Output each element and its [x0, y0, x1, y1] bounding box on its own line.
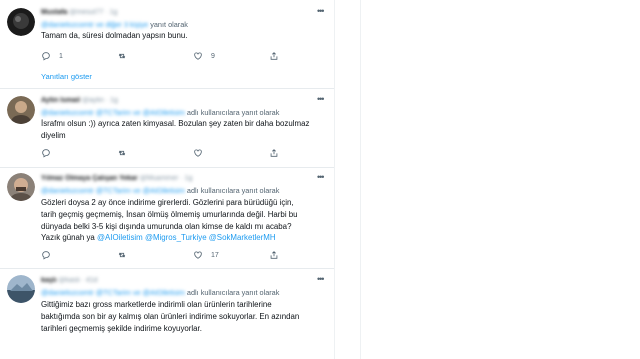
avatar[interactable] — [7, 96, 35, 124]
tweet-text-line: diyelim — [41, 130, 66, 140]
share-button[interactable] — [269, 148, 279, 158]
like-count: 9 — [211, 52, 215, 60]
avatar[interactable] — [7, 8, 35, 36]
like-button[interactable]: 17 — [193, 250, 219, 260]
tweet-text-line: Gözleri doysa 2 ay önce indirime girerle… — [41, 198, 294, 207]
author-name[interactable]: Yılmaz Olmaya Çalışan Yekar — [41, 175, 138, 182]
tweet-actions — [41, 148, 311, 160]
tweet-text-line: tarih geçmiş geçmemiş, İnsan ölmüş ölmem… — [41, 209, 298, 219]
tweet-author-meta[interactable]: Yılmaz Olmaya Çalışan Yekar @Muammer · 1… — [41, 175, 192, 182]
tweet-text: Gözleri doysa 2 ay önce indirime girerle… — [41, 197, 298, 244]
retweet-button[interactable] — [117, 250, 135, 260]
tweet-text-line: tarihleri geçmemiş şekilde indirime koyu… — [41, 323, 202, 333]
avatar[interactable] — [7, 275, 35, 303]
replying-to: @danielozcomtr ve diğer 3 kişiye yanıt o… — [41, 20, 188, 29]
replying-to: @danielozcomtr @TCTarim ve @AIOiletisim … — [41, 288, 279, 297]
mention-link[interactable]: @AIOiletisim — [97, 233, 143, 242]
author-handle: @mesut77 · 1g — [69, 9, 118, 16]
avatar-image — [7, 173, 35, 201]
share-icon — [270, 149, 278, 157]
tweet-author-meta[interactable]: kaşlı @kasli · 41d — [41, 277, 98, 284]
reply-feed: Mustafa @mesut77 · 1g ••• @danielozcomtr… — [0, 0, 335, 359]
reply-button[interactable] — [41, 250, 59, 260]
author-name[interactable]: Mustafa — [41, 9, 67, 16]
retweet-icon — [118, 252, 126, 258]
avatar-image — [7, 8, 35, 36]
author-handle: @kasli · 41d — [58, 277, 98, 284]
tweet-text: Gittiğimiz bazı gross marketlerde indiri… — [41, 299, 299, 334]
avatar-image — [7, 96, 35, 124]
more-dots-icon[interactable]: ••• — [317, 172, 325, 182]
tweet-actions: 17 — [41, 250, 311, 262]
tweet-text-line: Tamam da, süresi dolmadan yapsın bunu. — [41, 31, 188, 40]
author-handle: @Muammer · 1g — [139, 175, 193, 182]
replying-to: @danielozcomtr @TCTarim ve @AIOiletisim … — [41, 186, 279, 195]
heart-icon — [194, 251, 202, 259]
share-button[interactable] — [269, 51, 279, 61]
reply-button[interactable] — [41, 148, 59, 158]
tweet-text-line: dünyada belki 3-5 kişi dışında umurunda … — [41, 221, 292, 231]
divider — [0, 167, 334, 168]
tweet-text-line: Gittiğimiz bazı gross marketlerde indiri… — [41, 300, 272, 309]
tweet-text-fragment: Yazık günah ya — [41, 233, 95, 243]
replying-to-label: yanıt olarak — [150, 20, 188, 29]
tweet-text-line: Yazık günah ya @AIOiletisim @Migros_Turk… — [41, 232, 298, 244]
more-dots-icon[interactable]: ••• — [317, 6, 325, 16]
replying-to-users[interactable]: @danielozcomtr ve diğer 3 kişiye — [41, 20, 148, 29]
avatar[interactable] — [7, 173, 35, 201]
divider — [0, 268, 334, 269]
reply-count: 1 — [59, 52, 63, 60]
replying-to-label: adlı kullanıcılara yanıt olarak — [186, 186, 280, 195]
tweet-author-meta[interactable]: Mustafa @mesut77 · 1g — [41, 9, 117, 16]
more-dots-icon[interactable]: ••• — [317, 94, 325, 104]
tweet-actions: 1 9 — [41, 51, 311, 63]
heart-icon — [194, 149, 202, 157]
retweet-button[interactable] — [117, 148, 135, 158]
tweet-text-line: baktığımda son bir ay kalmış olan ürünle… — [41, 311, 300, 321]
author-handle: @aytin · 1g — [81, 97, 118, 104]
show-replies-link[interactable]: Yanıtları göster — [41, 72, 92, 81]
retweet-button[interactable] — [117, 51, 135, 61]
tweet-text: Tamam da, süresi dolmadan yapsın bunu. — [41, 30, 188, 42]
replying-to-users[interactable]: @danielozcomtr @TCTarim ve @AIOiletisim — [41, 186, 185, 195]
share-icon — [270, 52, 278, 60]
share-button[interactable] — [269, 250, 279, 260]
replying-to-users[interactable]: @danielozcomtr @TCTarim ve @AIOiletisim — [41, 288, 185, 297]
like-count: 17 — [211, 251, 219, 259]
tweet-author-meta[interactable]: Aytin Ismail @aytin · 1g — [41, 97, 118, 104]
retweet-icon — [118, 150, 126, 156]
mention-link[interactable]: @Migros_Turkiye — [145, 233, 207, 242]
tweet-text: İsrafmı olsun :)) ayrıca zaten kimyasal.… — [41, 118, 309, 142]
author-name[interactable]: kaşlı — [41, 277, 57, 284]
reply-icon — [42, 149, 50, 158]
replying-to: @danielozcomtr @TCTarim ve @AIOiletisim … — [41, 108, 279, 117]
reply-icon — [42, 251, 50, 260]
side-panel — [335, 0, 361, 359]
like-button[interactable] — [193, 148, 211, 158]
reply-icon — [42, 52, 50, 61]
more-dots-icon[interactable]: ••• — [317, 274, 325, 284]
tweet-text-line: İsrafmı olsun :)) ayrıca zaten kimyasal.… — [41, 119, 310, 128]
retweet-icon — [118, 53, 126, 59]
avatar-image — [7, 275, 35, 303]
replying-to-label: adlı kullanıcılara yanıt olarak — [186, 288, 280, 297]
reply-button[interactable]: 1 — [41, 51, 63, 61]
heart-icon — [194, 52, 202, 60]
share-icon — [270, 251, 278, 259]
mention-link[interactable]: @SokMarketlerMH — [209, 233, 276, 242]
like-button[interactable]: 9 — [193, 51, 215, 61]
replying-to-users[interactable]: @danielozcomtr @TCTarim ve @AIOiletisim — [41, 108, 185, 117]
replying-to-label: adlı kullanıcılara yanıt olarak — [186, 108, 280, 117]
author-name[interactable]: Aytin Ismail — [41, 97, 80, 104]
divider — [0, 88, 334, 89]
